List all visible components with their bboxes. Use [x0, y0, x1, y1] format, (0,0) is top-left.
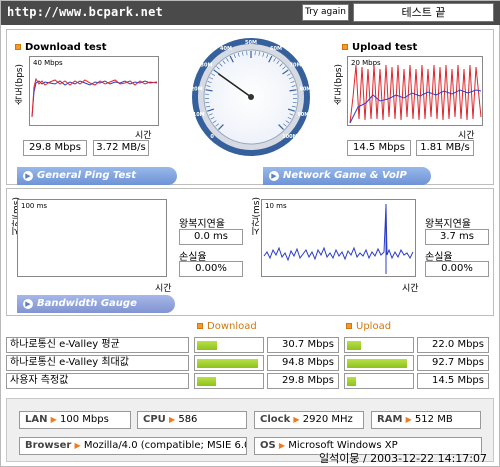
- bandwidth-upload-header: Upload: [346, 321, 391, 332]
- bandwidth-upload-bar: [344, 373, 414, 389]
- browser-info: Browser ▶ Mozilla/4.0 (compatible; MSIE …: [19, 437, 247, 455]
- game-loss-value: 0.00%: [425, 261, 489, 277]
- download-title: Download test: [15, 42, 107, 53]
- upload-graph: 20 Mbps: [347, 56, 483, 126]
- speedtest-window: http://www.bcpark.net Try again 테스트 끝 Do…: [0, 0, 500, 467]
- gauge-tick-label: 40M: [220, 46, 232, 52]
- tab-bullet-icon: ▶: [23, 299, 33, 309]
- download-bar-fill: [197, 377, 216, 386]
- download-series-red: [31, 77, 158, 118]
- tab-bandwidth-gauge[interactable]: ▶ Bandwidth Gauge: [17, 295, 175, 313]
- bandwidth-row-label: 사용자 측정값: [6, 373, 189, 389]
- upload-mbps-value: 14.5 Mbps: [347, 140, 411, 156]
- bandwidth-row-label: 하나로통신 e-Valley 최대값: [6, 355, 189, 371]
- bandwidth-upload-value: 92.7 Mbps: [417, 355, 489, 371]
- arrow-icon: ▶: [278, 441, 286, 450]
- tab-general-ping-test[interactable]: ▶ General Ping Test: [17, 167, 177, 185]
- bandwidth-download-value: 29.8 Mbps: [267, 373, 339, 389]
- clock-info: Clock ▶ 2920 MHz: [254, 411, 364, 429]
- try-again-button[interactable]: Try again: [302, 4, 349, 21]
- ping-xlabel: 시간: [155, 284, 172, 294]
- gauge-tick-label: 10M: [193, 112, 205, 118]
- upload-mbytes-value: 1.81 MB/s: [416, 140, 474, 156]
- gauge-tick-label: 100M: [282, 134, 297, 140]
- tab-bullet-icon: ▶: [269, 171, 279, 181]
- ping-graph-scale: 100 ms: [21, 202, 48, 210]
- bandwidth-download-value: 30.7 Mbps: [267, 337, 339, 353]
- upload-bar-fill: [347, 341, 361, 350]
- lan-info: LAN ▶ 100 Mbps: [19, 411, 131, 429]
- arrow-icon: ▶: [405, 415, 412, 424]
- speed-panel: Download test 속도(bps) 40 Mbps 시간 29.8 Mb…: [6, 29, 494, 199]
- orange-square-icon: [197, 323, 203, 329]
- bandwidth-upload-value: 14.5 Mbps: [417, 373, 489, 389]
- arrow-icon: ▶: [74, 441, 81, 450]
- game-xlabel: 시간: [402, 284, 419, 294]
- bandwidth-upload-bar: [344, 337, 414, 353]
- gauge-tick-label: 60M: [270, 46, 282, 52]
- gauge-tick-label: 30M: [201, 63, 213, 69]
- tab-network-game-voip-test[interactable]: ▶Network Game & VoIP Test: [263, 167, 431, 199]
- status-display: 테스트 끝: [353, 3, 494, 22]
- gauge-tick-label: 50M: [245, 40, 257, 46]
- download-graph: 40 Mbps: [29, 56, 159, 126]
- upload-title: Upload test: [342, 42, 417, 53]
- ram-info: RAM ▶ 512 MB: [371, 411, 481, 429]
- ping-latency-value: 0.0 ms: [179, 229, 243, 245]
- download-mbps-value: 29.8 Mbps: [23, 140, 87, 156]
- orange-square-icon: [15, 44, 21, 50]
- download-mbytes-value: 3.72 MB/s: [93, 140, 149, 156]
- arrow-icon: ▶: [50, 415, 57, 424]
- gauge-tick-label: 0: [210, 134, 214, 140]
- tab-bullet-icon: ▶: [23, 171, 33, 181]
- game-latency-label: 왕복지연율: [425, 219, 471, 230]
- gauge-tick-label: 80M: [299, 86, 311, 92]
- bandwidth-download-bar: [194, 337, 264, 353]
- gauge-tick-label: 20M: [191, 86, 203, 92]
- bandwidth-upload-bar: [344, 355, 414, 371]
- latency-panel: 시간(ms) 100 ms 시간 왕복지연율 0.0 ms 손실율 0.00% …: [6, 188, 494, 316]
- download-bar-fill: [197, 341, 217, 350]
- game-graph: 10 ms: [261, 199, 416, 277]
- upload-bar-fill: [347, 377, 356, 386]
- download-bar-fill: [197, 359, 258, 368]
- ping-graph: 100 ms: [17, 199, 167, 277]
- bandwidth-download-header: Download: [197, 321, 257, 332]
- download-ylabel: 속도(bps): [15, 64, 25, 106]
- gauge-tick-label: 70M: [290, 63, 302, 69]
- orange-square-icon: [342, 44, 348, 50]
- download-series-blue: [31, 80, 158, 118]
- bandwidth-download-bar: [194, 355, 264, 371]
- bandwidth-row-label: 하나로통신 e-Valley 평균: [6, 337, 189, 353]
- arrow-icon: ▶: [168, 415, 176, 424]
- upload-ylabel: 속도(bps): [334, 64, 344, 106]
- gauge-tick-label: 90M: [297, 112, 309, 118]
- ping-loss-value: 0.00%: [179, 261, 243, 277]
- game-latency-series: [263, 204, 414, 262]
- capture-watermark: 일석이뭉 / 2003-12-22 14:17:07: [319, 452, 488, 465]
- game-latency-value: 3.7 ms: [425, 229, 489, 245]
- bandwidth-upload-value: 22.0 Mbps: [417, 337, 489, 353]
- speed-gauge: 0 10M 20M 30M 40M 50M 60M 70M 80M 90M 100M: [190, 36, 312, 158]
- ping-latency-label: 왕복지연율: [179, 219, 225, 230]
- arrow-icon: ▶: [293, 415, 300, 424]
- bandwidth-section: Download Upload 하나로통신 e-Valley 평균 30.7 Mb…: [1, 319, 500, 394]
- bandwidth-download-bar: [194, 373, 264, 389]
- site-url[interactable]: http://www.bcpark.net: [7, 5, 163, 19]
- upload-bar-fill: [347, 359, 407, 368]
- top-bar: http://www.bcpark.net Try again 테스트 끝: [1, 1, 500, 25]
- bandwidth-download-value: 94.8 Mbps: [267, 355, 339, 371]
- orange-square-icon: [346, 323, 352, 329]
- cpu-info: CPU ▶ 586: [137, 411, 247, 429]
